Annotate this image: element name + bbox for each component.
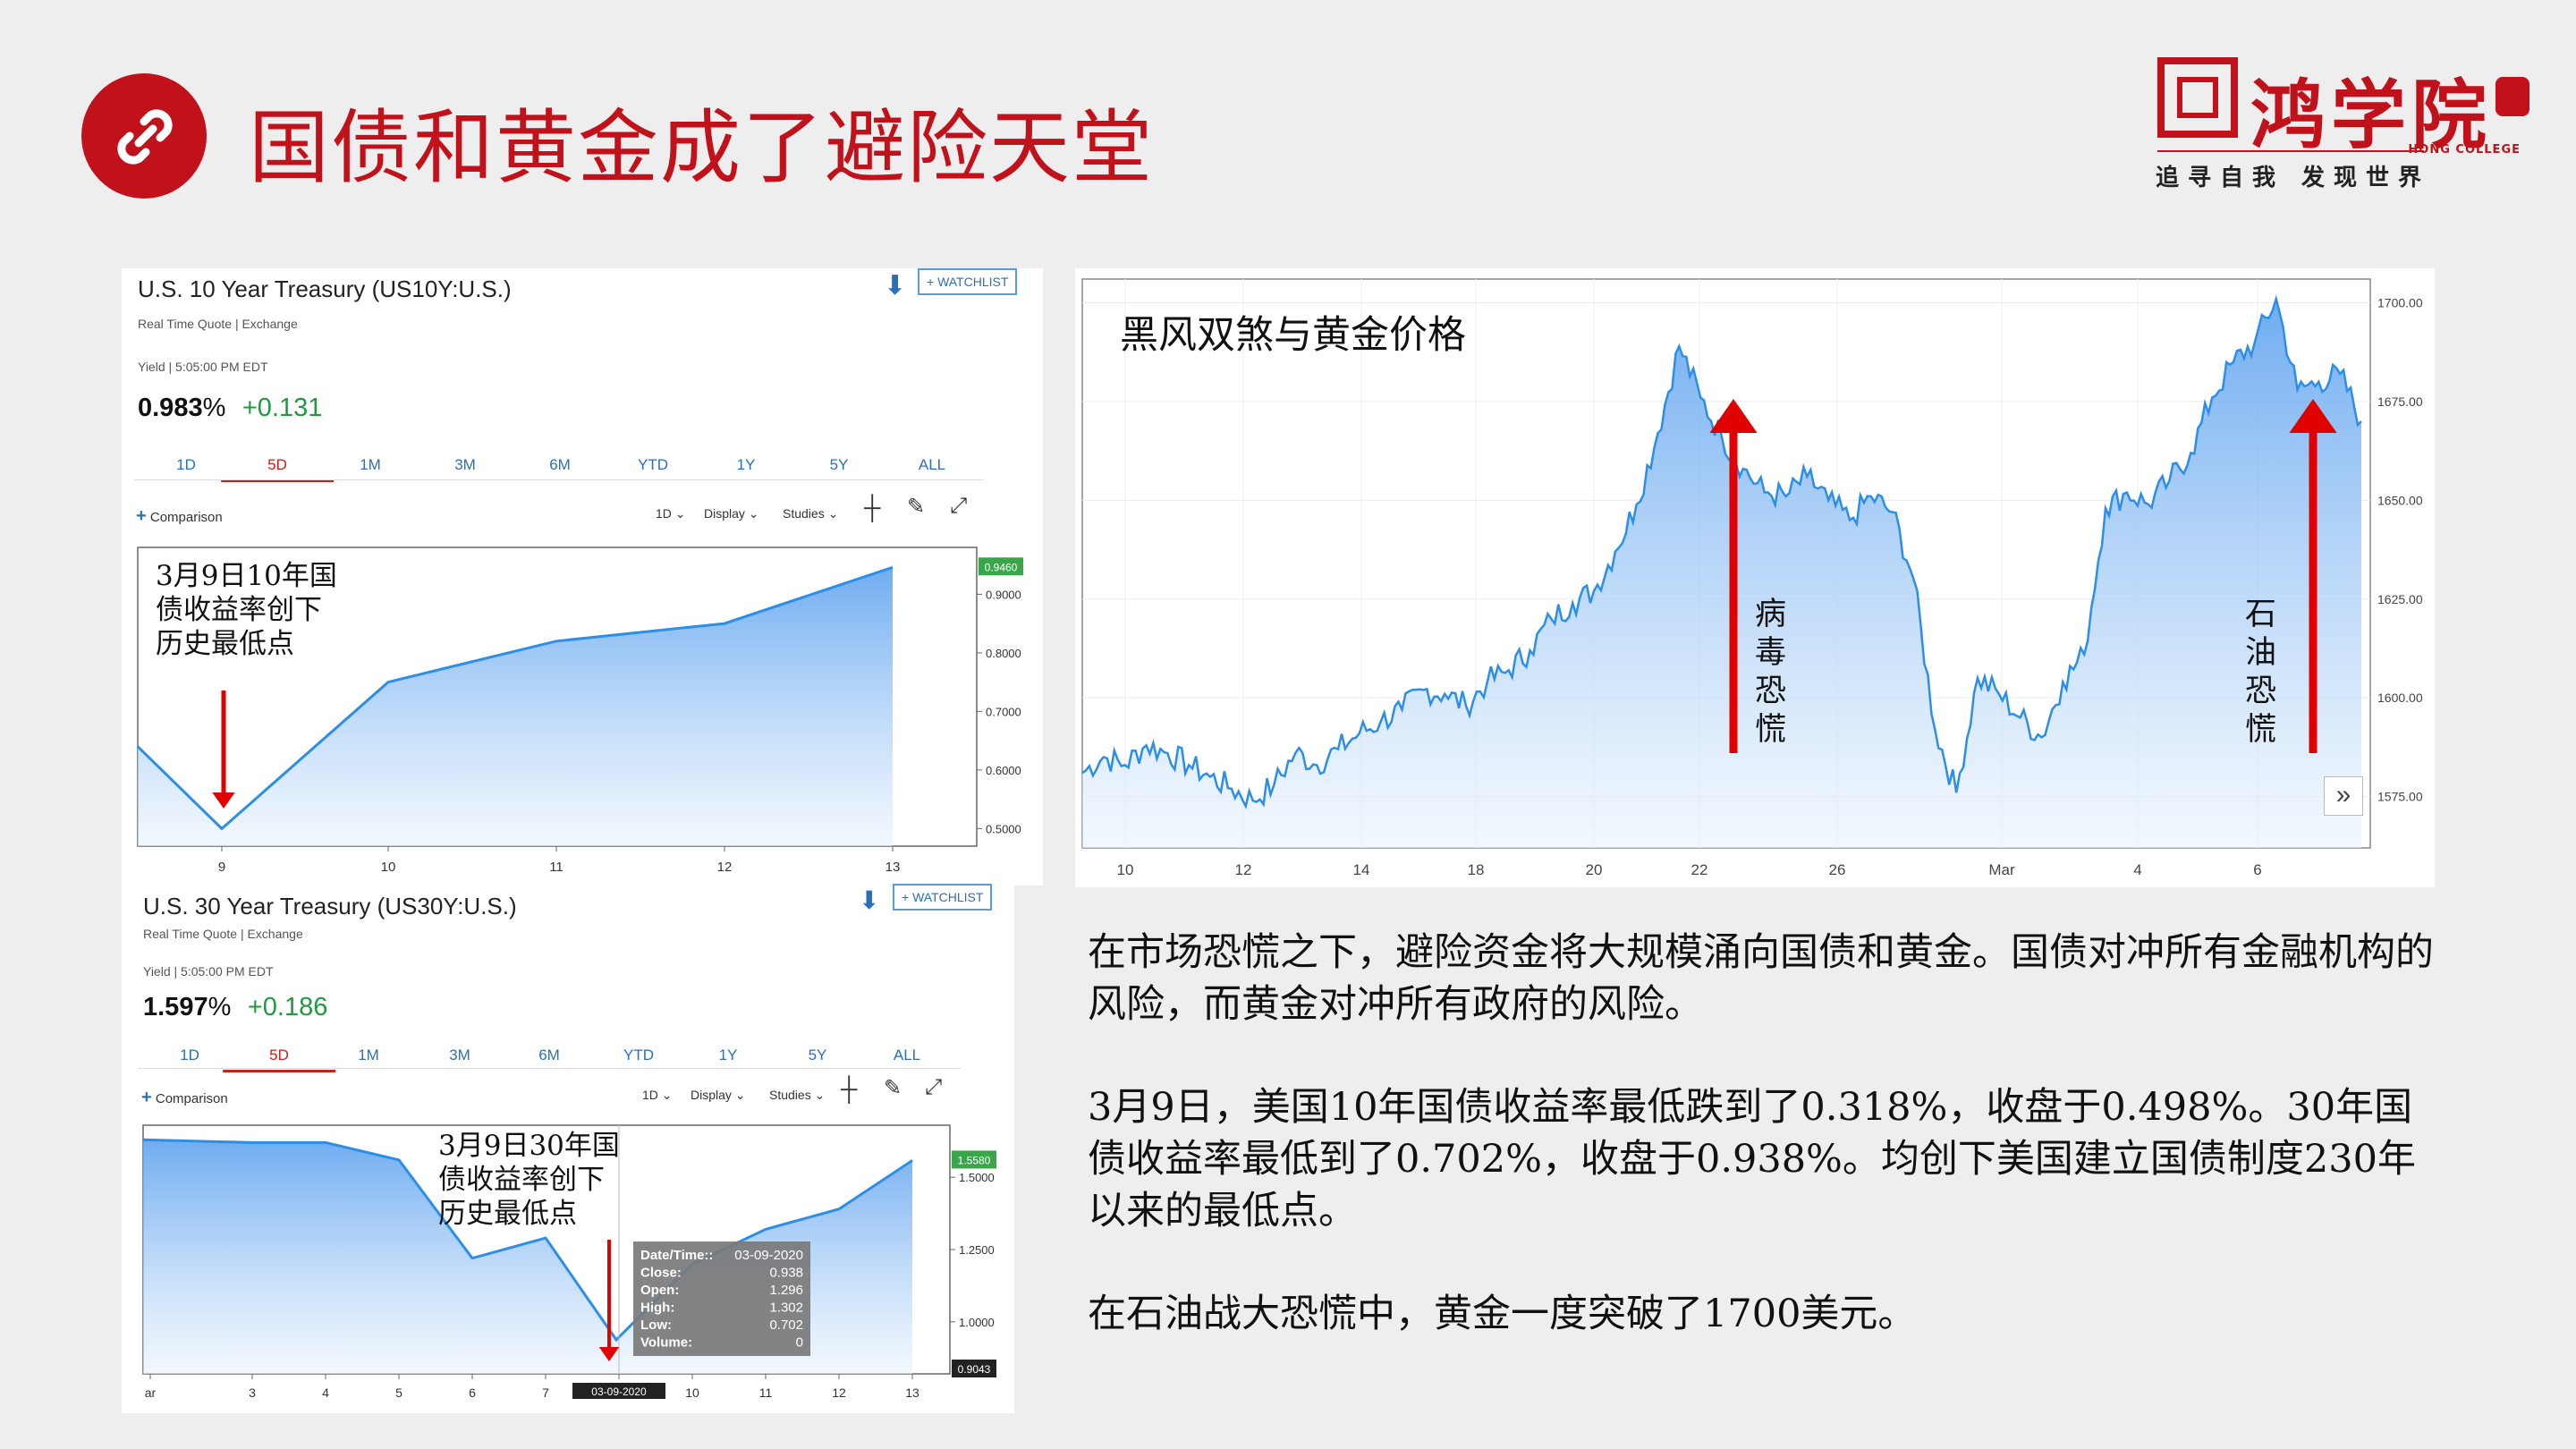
x-tick-label: 18 bbox=[1468, 861, 1485, 878]
x-tick-label: 4 bbox=[322, 1385, 329, 1400]
paragraph-3: 在石油战大恐慌中，黄金一度突破了1700美元。 bbox=[1088, 1292, 1917, 1336]
us10y-annotation: 3月9日10年国 债收益率创下 历史最低点 bbox=[156, 559, 337, 661]
x-tick-label: 20 bbox=[1586, 861, 1603, 878]
x-tick-label: 13 bbox=[886, 860, 901, 875]
gold-chart: 10 12 14 18 20 22 26 Mar 4 6 1575.00 1600.00 1625.00… bbox=[1081, 278, 2423, 878]
tooltip-key: Close: bbox=[640, 1266, 682, 1281]
x-tick-label: 11 bbox=[759, 1385, 773, 1400]
us30y-quote-panel: U.S. 30 Year Treasury (US30Y:U.S.) ⬇ + W… bbox=[122, 884, 1014, 1413]
annotation-line: 3月9日30年国 bbox=[438, 1130, 620, 1162]
y-tick-label: 0.9000 bbox=[986, 588, 1021, 601]
brand-seal-icon bbox=[2157, 57, 2238, 138]
tooltip-value: 0.938 bbox=[769, 1266, 803, 1281]
brand-divider bbox=[2157, 150, 2424, 152]
brand-english: HONG COLLEGE bbox=[2408, 143, 2521, 157]
annotation-line: 债收益率创下 bbox=[438, 1164, 605, 1196]
x-tick-label: 12 bbox=[1235, 861, 1252, 878]
tooltip-key: Date/Time:: bbox=[640, 1248, 713, 1263]
brand-stamp-icon bbox=[2496, 77, 2529, 116]
x-tick-label: ar bbox=[145, 1385, 157, 1400]
x-tick-label: 6 bbox=[2253, 861, 2261, 878]
tooltip-value: 0.702 bbox=[769, 1318, 803, 1333]
x-tick-label: 11 bbox=[549, 860, 564, 875]
tooltip-key: Low: bbox=[640, 1318, 672, 1333]
x-tick-label: 12 bbox=[832, 1385, 846, 1400]
y-tick-label: 1.0000 bbox=[959, 1316, 995, 1329]
low-value-label: 0.9043 bbox=[958, 1363, 991, 1376]
link-icon bbox=[81, 73, 207, 199]
last-value-label: 1.5580 bbox=[958, 1154, 991, 1166]
annotation-line: 3月9日10年国 bbox=[156, 560, 337, 592]
x-tick-label: Mar bbox=[1988, 861, 2015, 878]
x-tick-label: 22 bbox=[1691, 861, 1708, 878]
slide-title: 国债和黄金成了避险天堂 bbox=[249, 101, 1154, 195]
tooltip-value: 03-09-2020 bbox=[734, 1248, 803, 1263]
annotation-line: 历史最低点 bbox=[438, 1198, 577, 1230]
y-tick-label: 0.5000 bbox=[986, 822, 1021, 835]
brand-logo: 鸿学院 HONG COLLEGE 追寻自我 发现世界 bbox=[2147, 54, 2540, 197]
annotation-line: 历史最低点 bbox=[156, 628, 294, 660]
gold-chart-title: 黑风双煞与黄金价格 bbox=[1120, 313, 1466, 358]
cursor-date-label: 03-09-2020 bbox=[591, 1385, 647, 1398]
brand-tagline: 追寻自我 发现世界 bbox=[2156, 165, 2431, 191]
x-tick-label: 13 bbox=[905, 1385, 919, 1400]
virus-panic-label: 病毒恐慌 bbox=[1755, 597, 1787, 748]
tooltip-value: 0 bbox=[796, 1335, 803, 1351]
y-tick-label: 0.7000 bbox=[986, 705, 1021, 718]
x-tick-label: 14 bbox=[1353, 861, 1370, 878]
us10y-quote-panel: U.S. 10 Year Treasury (US10Y:U.S.) ⬇ + W… bbox=[122, 268, 1043, 886]
paragraph-2: 3月9日，美国10年国债收益率最低跌到了0.318%，收盘于0.498%。30年… bbox=[1088, 1085, 2416, 1233]
x-tick-label: 10 bbox=[1117, 861, 1134, 878]
x-tick-label: 10 bbox=[381, 860, 396, 875]
y-tick-label: 1.5000 bbox=[959, 1171, 995, 1184]
paragraph-1: 在市场恐慌之下，避险资金将大规模涌向国债和黄金。国债对冲所有金融机构的风险，而黄… bbox=[1088, 930, 2434, 1027]
tooltip-value: 1.296 bbox=[769, 1283, 803, 1298]
y-tick-label: 0.8000 bbox=[986, 647, 1021, 660]
slide-header: 国债和黄金成了避险天堂 鸿学院 HONG COLLEGE 追寻自我 发现世界 bbox=[0, 0, 2576, 206]
y-tick-label: 1650.00 bbox=[2377, 493, 2423, 507]
tooltip-key: Volume: bbox=[640, 1335, 692, 1351]
y-tick-label: 1575.00 bbox=[2377, 790, 2423, 804]
annotation-line: 债收益率创下 bbox=[156, 594, 322, 626]
x-tick-label: 6 bbox=[469, 1385, 476, 1400]
y-tick-label: 1675.00 bbox=[2377, 394, 2423, 409]
y-tick-label: 0.6000 bbox=[986, 764, 1021, 777]
y-tick-label: 1600.00 bbox=[2377, 691, 2423, 705]
x-tick-label: 10 bbox=[685, 1385, 699, 1400]
last-value-label: 0.9460 bbox=[985, 561, 1018, 573]
x-tick-label: 26 bbox=[1829, 861, 1846, 878]
data-tooltip: Date/Time:: 03-09-2020Close: 0.938Open: 1.2… bbox=[633, 1241, 810, 1356]
y-tick-label: 1625.00 bbox=[2377, 592, 2423, 606]
scroll-right-button[interactable]: » bbox=[2324, 776, 2363, 816]
x-tick-label: 3 bbox=[249, 1385, 256, 1400]
us30y-annotation: 3月9日30年国 债收益率创下 历史最低点 bbox=[438, 1129, 620, 1231]
x-tick-label: 12 bbox=[717, 860, 733, 875]
tooltip-key: Open: bbox=[640, 1283, 679, 1298]
x-tick-label: 7 bbox=[542, 1385, 549, 1400]
y-tick-label: 1700.00 bbox=[2377, 296, 2423, 310]
tooltip-key: High: bbox=[640, 1301, 674, 1316]
x-tick-label: 9 bbox=[218, 860, 225, 875]
x-tick-label: 5 bbox=[395, 1385, 402, 1400]
tooltip-value: 1.302 bbox=[769, 1301, 803, 1316]
x-tick-label: 4 bbox=[2133, 861, 2141, 878]
oil-panic-label: 石油恐慌 bbox=[2245, 597, 2277, 748]
gold-price-panel: 10 12 14 18 20 22 26 Mar 4 6 1575.00 1600.00 1625.00… bbox=[1075, 268, 2435, 887]
body-text: 在市场恐慌之下，避险资金将大规模涌向国债和黄金。国债对冲所有金融机构的风险，而黄… bbox=[1088, 927, 2447, 1391]
y-tick-label: 1.2500 bbox=[959, 1243, 995, 1257]
